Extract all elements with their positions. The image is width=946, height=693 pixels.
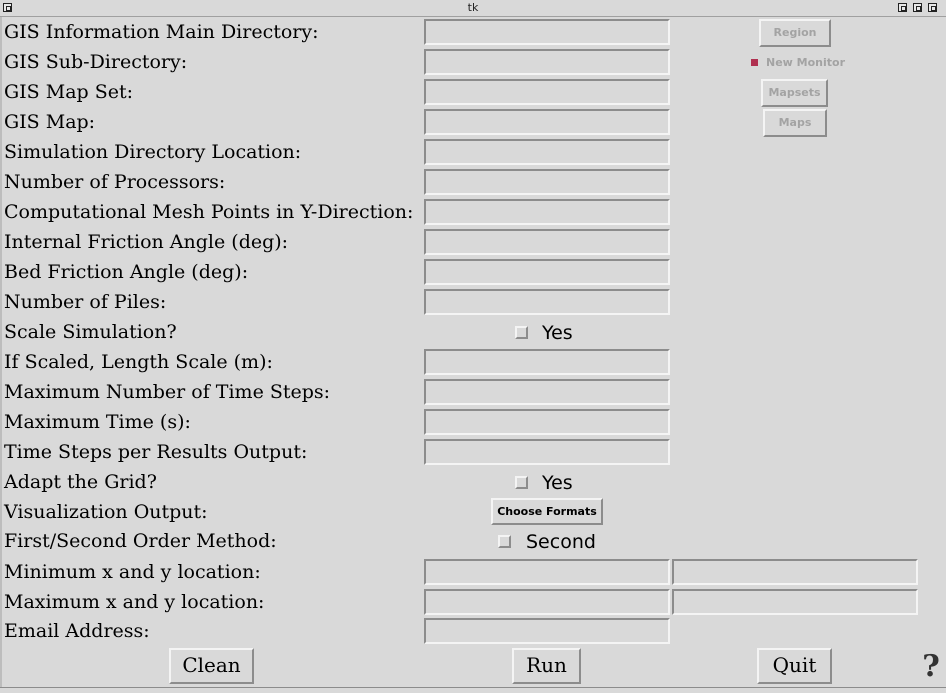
label-mesh-points: Computational Mesh Points in Y-Direction… [4, 201, 414, 223]
max-y-input[interactable] [674, 591, 916, 613]
length-scale-field[interactable] [424, 349, 670, 375]
max-time-input[interactable] [426, 411, 668, 433]
clean-button[interactable]: Clean [169, 648, 254, 684]
gis-sub-dir-field[interactable] [424, 49, 670, 75]
label-vis-output: Visualization Output: [4, 501, 208, 523]
label-bed-friction: Bed Friction Angle (deg): [4, 261, 249, 283]
second-order-label[interactable]: Second [526, 531, 596, 553]
mapsets-button[interactable]: Mapsets [761, 79, 828, 107]
maximize-icon[interactable] [913, 3, 922, 12]
mesh-points-field[interactable] [424, 199, 670, 225]
sim-dir-field[interactable] [424, 139, 670, 165]
label-num-piles: Number of Piles: [4, 291, 167, 313]
min-x-field[interactable] [424, 559, 670, 585]
label-length-scale: If Scaled, Length Scale (m): [4, 351, 273, 373]
gis-map-input[interactable] [426, 111, 668, 133]
minimize-icon[interactable] [898, 3, 907, 12]
int-friction-field[interactable] [424, 229, 670, 255]
label-adapt-grid: Adapt the Grid? [4, 471, 157, 493]
num-procs-input[interactable] [426, 171, 668, 193]
sim-dir-input[interactable] [426, 141, 668, 163]
window-title: tk [467, 1, 479, 14]
min-y-input[interactable] [674, 561, 916, 583]
num-procs-field[interactable] [424, 169, 670, 195]
max-time-field[interactable] [424, 409, 670, 435]
email-input[interactable] [426, 620, 668, 642]
max-x-field[interactable] [424, 589, 670, 615]
gis-main-dir-input[interactable] [426, 21, 668, 43]
label-max-xy: Maximum x and y location: [4, 591, 265, 613]
label-gis-sub-dir: GIS Sub-Directory: [4, 51, 188, 73]
gis-sub-dir-input[interactable] [426, 51, 668, 73]
label-max-time: Maximum Time (s): [4, 411, 191, 433]
adapt-grid-checkbox[interactable] [515, 476, 528, 489]
steps-output-input[interactable] [426, 441, 668, 463]
max-steps-field[interactable] [424, 379, 670, 405]
scale-sim-yes-label[interactable]: Yes [542, 322, 573, 344]
label-max-steps: Maximum Number of Time Steps: [4, 381, 331, 403]
max-x-input[interactable] [426, 591, 668, 613]
length-scale-input[interactable] [426, 351, 668, 373]
scale-sim-checkbox[interactable] [515, 326, 528, 339]
num-piles-field[interactable] [424, 289, 670, 315]
run-button[interactable]: Run [512, 648, 581, 684]
label-steps-output: Time Steps per Results Output: [4, 441, 308, 463]
choose-formats-button[interactable]: Choose Formats [491, 498, 603, 525]
int-friction-input[interactable] [426, 231, 668, 253]
label-gis-main-dir: GIS Information Main Directory: [4, 21, 319, 43]
close-icon[interactable] [928, 3, 937, 12]
title-bar: tk [0, 0, 946, 17]
num-piles-input[interactable] [426, 291, 668, 313]
bed-friction-field[interactable] [424, 259, 670, 285]
email-field[interactable] [424, 618, 670, 644]
quit-button[interactable]: Quit [757, 648, 832, 684]
help-icon[interactable]: ? [919, 651, 943, 683]
second-order-checkbox[interactable] [498, 535, 511, 548]
max-steps-input[interactable] [426, 381, 668, 403]
maps-button[interactable]: Maps [763, 109, 827, 137]
gis-map-set-field[interactable] [424, 79, 670, 105]
gis-map-field[interactable] [424, 109, 670, 135]
mesh-points-input[interactable] [426, 201, 668, 223]
gis-main-dir-field[interactable] [424, 19, 670, 45]
new-monitor-indicator-icon[interactable] [751, 59, 758, 66]
label-min-xy: Minimum x and y location: [4, 561, 261, 583]
label-int-friction: Internal Friction Angle (deg): [4, 231, 289, 253]
new-monitor-label[interactable]: New Monitor [766, 53, 845, 73]
label-gis-map: GIS Map: [4, 111, 96, 133]
adapt-grid-yes-label[interactable]: Yes [542, 472, 573, 494]
label-sim-dir: Simulation Directory Location: [4, 141, 302, 163]
window-frame-left [0, 17, 2, 693]
steps-output-field[interactable] [424, 439, 670, 465]
max-y-field[interactable] [672, 589, 918, 615]
label-email: Email Address: [4, 620, 150, 642]
region-button[interactable]: Region [759, 19, 831, 47]
label-order-method: First/Second Order Method: [4, 530, 277, 552]
bed-friction-input[interactable] [426, 261, 668, 283]
label-scale-sim: Scale Simulation? [4, 321, 177, 343]
min-x-input[interactable] [426, 561, 668, 583]
label-gis-map-set: GIS Map Set: [4, 81, 134, 103]
min-y-field[interactable] [672, 559, 918, 585]
window-frame-bottom [0, 687, 946, 693]
gis-map-set-input[interactable] [426, 81, 668, 103]
label-num-procs: Number of Processors: [4, 171, 226, 193]
